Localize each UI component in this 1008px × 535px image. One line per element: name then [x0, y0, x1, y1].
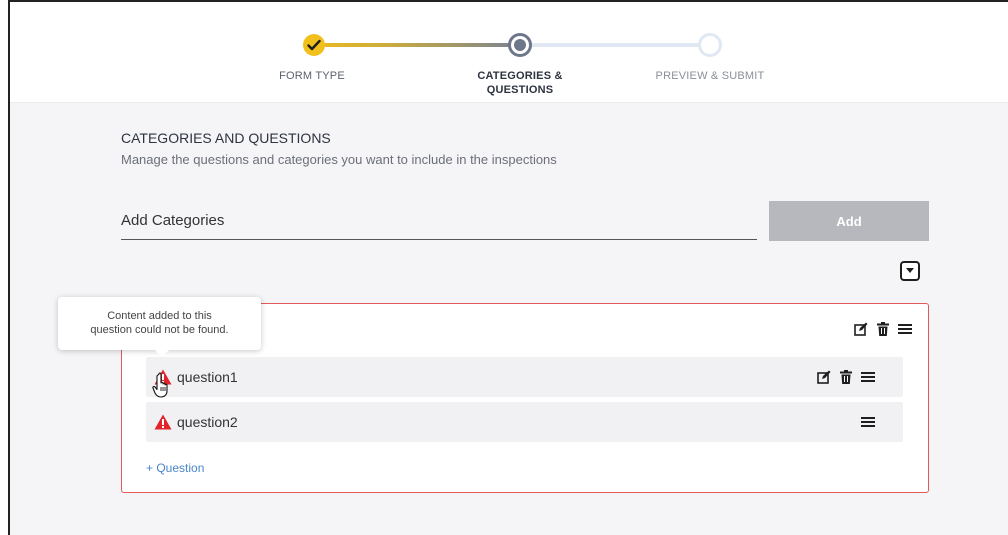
step-preview-label[interactable]: PREVIEW & SUBMIT [645, 69, 775, 83]
add-categories-input[interactable] [121, 202, 757, 240]
question-row[interactable]: question1 [146, 357, 903, 397]
category-actions [854, 322, 912, 336]
step-form-type-indicator[interactable] [303, 34, 325, 56]
edit-icon[interactable] [854, 322, 868, 336]
stepper-progress-line [322, 43, 518, 47]
question-label: question2 [177, 414, 238, 430]
collapse-icon[interactable] [900, 261, 920, 281]
warning-tooltip: Content added to this question could not … [58, 297, 261, 357]
question-row[interactable]: question2 [146, 402, 903, 442]
step-categories-label[interactable]: CATEGORIES & QUESTIONS [462, 69, 578, 97]
add-question-link[interactable]: + Question [146, 461, 204, 475]
stepper-header: FORM TYPE CATEGORIES & QUESTIONS PREVIEW … [10, 2, 1008, 103]
hand-cursor-icon [152, 372, 168, 398]
question-actions [861, 415, 875, 429]
trash-icon[interactable] [876, 322, 890, 336]
stepper-pending-line [524, 43, 712, 47]
drag-handle-icon[interactable] [861, 415, 875, 429]
question-label: question1 [177, 369, 238, 385]
step-form-type-label[interactable]: FORM TYPE [262, 69, 362, 83]
section-title: CATEGORIES AND QUESTIONS [121, 130, 331, 146]
app-frame: FORM TYPE CATEGORIES & QUESTIONS PREVIEW … [8, 0, 1008, 535]
step-categories-indicator[interactable] [508, 33, 532, 57]
drag-handle-icon[interactable] [861, 370, 875, 384]
section-subtitle: Manage the questions and categories you … [121, 152, 557, 167]
check-icon [307, 39, 321, 51]
warning-icon[interactable] [154, 414, 172, 430]
step-preview-indicator[interactable] [698, 33, 722, 57]
tooltip-text: Content added to this question could not … [90, 310, 229, 336]
drag-handle-icon[interactable] [898, 322, 912, 336]
add-category-button[interactable]: Add [769, 201, 929, 241]
edit-icon[interactable] [817, 370, 831, 384]
question-actions [817, 370, 875, 384]
trash-icon[interactable] [839, 370, 853, 384]
